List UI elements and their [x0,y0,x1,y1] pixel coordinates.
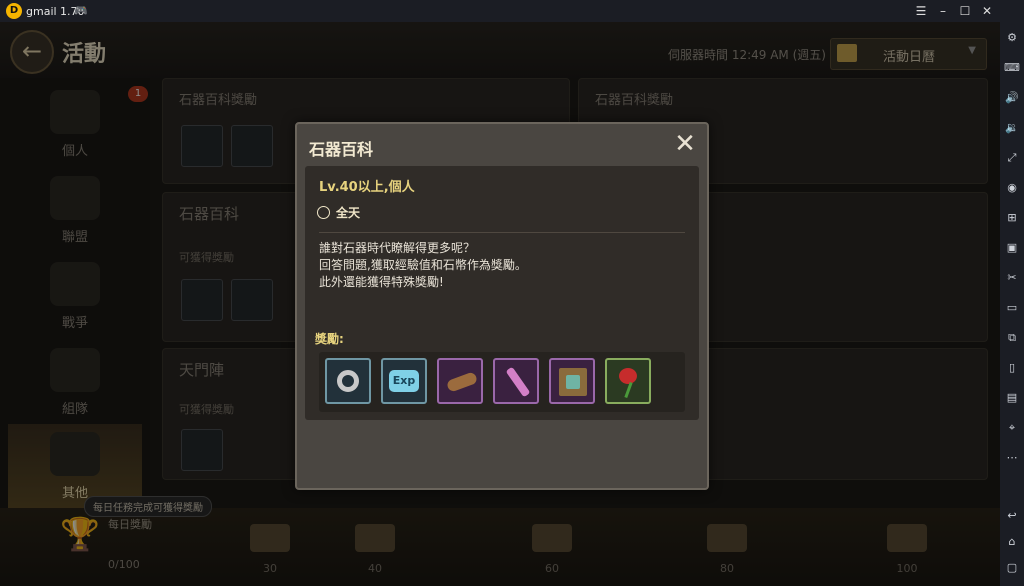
divider [319,232,685,233]
scroll-icon [505,366,531,398]
clock-icon [317,206,330,219]
menu-icon[interactable]: ☰ [912,3,930,19]
description-line: 此外還能獲得特殊獎勵! [319,275,444,289]
home-icon[interactable]: ⌂ [1004,534,1020,550]
nut-icon [337,370,359,392]
reward-item[interactable]: Exp [381,358,427,404]
reward-item[interactable] [549,358,595,404]
log-icon [445,371,479,393]
description-line: 誰對石器時代瞭解得更多呢？ [319,241,476,255]
reward-label: 獎勵: [315,332,344,346]
rose-stem [624,381,633,399]
add-app-icon[interactable]: ⊞ [1004,210,1020,226]
app-logo-icon: D [6,3,22,19]
reward-item[interactable] [325,358,371,404]
shake-icon[interactable]: ▯ [1004,360,1020,376]
multi-instance-icon[interactable]: ▤ [1004,390,1020,406]
game-viewport: ← 活動 伺服器時間 12:49 AM (週五) 活動日曆 ▼ 個人 1 聯盟 … [0,22,1000,586]
volume-down-icon[interactable]: 🔉 [1004,120,1020,136]
event-time-text: 全天 [336,206,361,220]
event-description: 誰對石器時代瞭解得更多呢？ 回答問題,獲取經驗值和石幣作為獎勵。 此外還能獲得特… [319,240,527,291]
gamepad-icon[interactable]: 🎮 [74,4,88,17]
exp-icon: Exp [389,370,419,392]
location-icon[interactable]: ⌖ [1004,420,1020,436]
screenshot-icon[interactable]: ⧉ [1004,330,1020,346]
description-line: 回答問題,獲取經驗值和石幣作為獎勵。 [319,258,527,272]
scissors-icon[interactable]: ✂ [1004,270,1020,286]
back-icon[interactable]: ↩ [1004,508,1020,524]
apk-icon[interactable]: ▣ [1004,240,1020,256]
dialog-title: 石器百科 [309,140,374,159]
rose-icon [619,368,637,384]
volume-up-icon[interactable]: 🔊 [1004,90,1020,106]
video-icon[interactable]: ▭ [1004,300,1020,316]
keyboard-icon[interactable]: ⌨ [1004,60,1020,76]
maximize-icon[interactable]: ☐ [956,3,974,19]
reward-item[interactable] [605,358,651,404]
reward-item[interactable] [493,358,539,404]
emulator-sidebar: ⚙ ⌨ 🔊 🔉 ⤢ ◉ ⊞ ▣ ✂ ▭ ⧉ ▯ ▤ ⌖ ⋯ ↩ ⌂ ▢ [1000,22,1024,586]
fullscreen-icon[interactable]: ⤢ [1004,150,1020,166]
recent-apps-icon[interactable]: ▢ [1004,560,1020,576]
map-icon [559,368,587,396]
close-icon[interactable]: ✕ [978,3,996,19]
more-icon[interactable]: ⋯ [1004,450,1020,466]
level-requirement: Lv.40以上,個人 [319,180,415,195]
reward-list: Exp [319,352,685,412]
event-detail-dialog: 石器百科 ✕ Lv.40以上,個人 全天 誰對石器時代瞭解得更多呢？ 回答問題,… [295,122,709,490]
close-dialog-button[interactable]: ✕ [671,130,699,158]
event-time: 全天 [317,204,360,221]
record-icon[interactable]: ◉ [1004,180,1020,196]
reward-item[interactable] [437,358,483,404]
settings-icon[interactable]: ⚙ [1004,30,1020,46]
minimize-icon[interactable]: – [934,3,952,19]
dialog-body: Lv.40以上,個人 全天 誰對石器時代瞭解得更多呢？ 回答問題,獲取經驗值和石… [305,166,699,420]
window-titlebar: D gmail 1.70 🎮 ☰ – ☐ ✕ [0,0,1024,22]
